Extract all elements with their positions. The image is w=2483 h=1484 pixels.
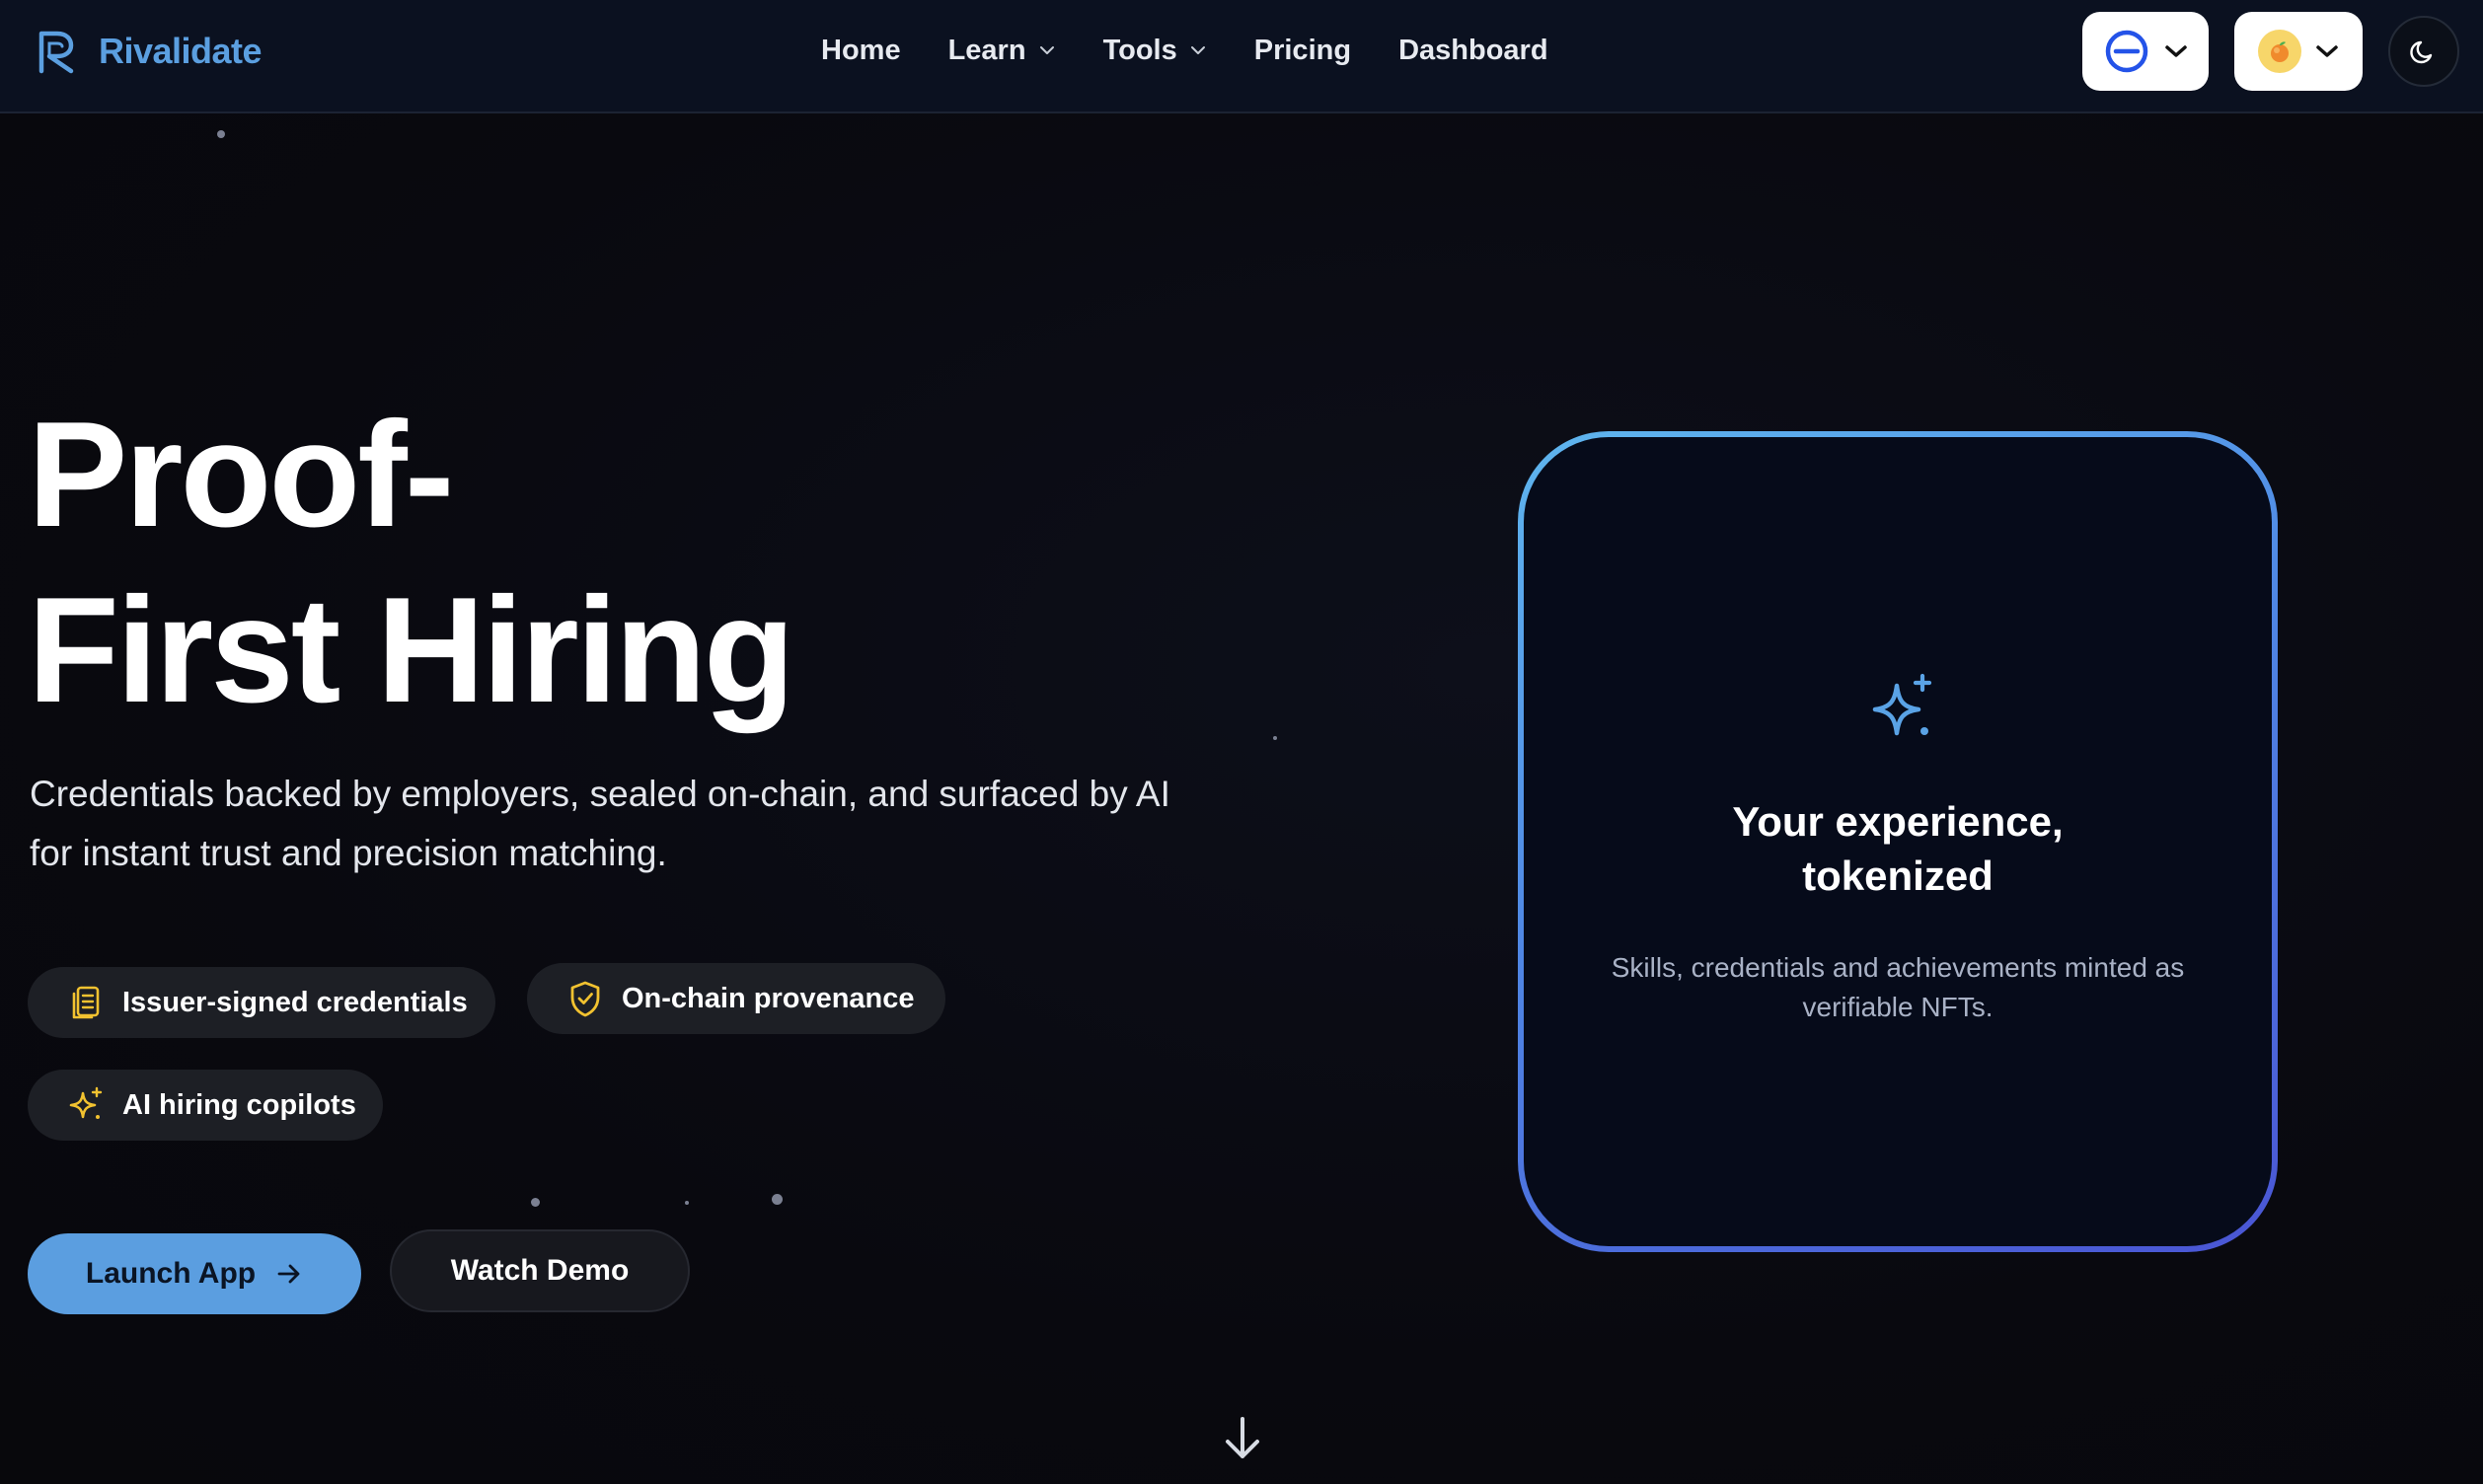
particle-dot	[772, 1194, 783, 1205]
tokenized-card: Your experience, tokenized Skills, crede…	[1518, 431, 2278, 1252]
wallet-select[interactable]	[2234, 12, 2363, 91]
document-stack-icon	[72, 986, 100, 1019]
nav-item-learn[interactable]: Learn	[948, 35, 1056, 67]
top-navbar: Rivalidate Home Learn Tools Pricing Dash…	[0, 0, 2483, 113]
main-nav: Home Learn Tools Pricing Dashboard	[821, 28, 1596, 73]
card-description: Skills, credentials and achievements min…	[1611, 952, 2185, 1022]
chevron-down-icon	[1039, 46, 1054, 54]
card-title-line: tokenized	[1802, 853, 1994, 899]
tokenized-card-body: Your experience, tokenized Skills, crede…	[1524, 437, 2272, 1246]
brand-link[interactable]: Rivalidate	[36, 28, 263, 75]
particle-dot	[685, 1201, 689, 1205]
sparkles-icon	[69, 1086, 103, 1119]
feature-chip-issuer-signed: Issuer-signed credentials	[28, 967, 495, 1038]
arrow-down-icon[interactable]	[1218, 1413, 1267, 1464]
hero-title: Proof- First Hiring	[28, 387, 795, 738]
network-select[interactable]	[2082, 12, 2209, 91]
moon-icon	[2410, 40, 2433, 64]
particle-dot	[1273, 736, 1277, 740]
header-actions	[2082, 12, 2459, 91]
network-circle-icon	[2105, 30, 2148, 73]
nav-item-label: Learn	[947, 34, 1026, 66]
sparkles-icon	[1872, 673, 1932, 736]
chevron-down-icon	[2165, 45, 2187, 57]
card-title-line: Your experience,	[1732, 798, 2064, 845]
nav-item-label: Pricing	[1253, 34, 1352, 66]
hero-title-line: First Hiring	[28, 566, 795, 734]
chip-label: AI hiring copilots	[122, 1088, 356, 1121]
theme-toggle-button[interactable]	[2388, 16, 2459, 87]
feature-chip-ai-copilots: AI hiring copilots	[28, 1070, 383, 1141]
nav-item-tools[interactable]: Tools	[1103, 35, 1207, 67]
particle-dot	[217, 130, 225, 138]
feature-chip-on-chain: On-chain provenance	[527, 963, 945, 1034]
particle-dot	[531, 1198, 540, 1207]
button-label: Watch Demo	[450, 1254, 630, 1287]
nav-item-label: Home	[821, 34, 901, 66]
button-label: Launch App	[85, 1257, 257, 1290]
r-monogram-icon	[38, 31, 74, 74]
chip-label: Issuer-signed credentials	[122, 986, 468, 1018]
peach-avatar-icon	[2258, 30, 2301, 73]
shield-check-icon	[570, 981, 600, 1017]
hero-subtitle: Credentials backed by employers, sealed …	[30, 774, 1170, 873]
nav-item-pricing[interactable]: Pricing	[1254, 35, 1351, 67]
chevron-down-icon	[2316, 45, 2338, 57]
chevron-down-icon	[1190, 46, 1205, 54]
nav-item-label: Tools	[1102, 34, 1177, 66]
card-title: Your experience, tokenized	[1524, 794, 2272, 903]
launch-app-button[interactable]: Launch App	[28, 1233, 361, 1314]
nav-item-label: Dashboard	[1398, 34, 1548, 66]
nav-item-home[interactable]: Home	[821, 35, 901, 67]
watch-demo-button[interactable]: Watch Demo	[390, 1229, 690, 1312]
arrow-right-icon	[277, 1264, 300, 1284]
hero-title-line: Proof-	[28, 391, 454, 558]
nav-item-dashboard[interactable]: Dashboard	[1398, 35, 1547, 67]
chip-label: On-chain provenance	[622, 982, 915, 1014]
brand-name: Rivalidate	[99, 31, 263, 71]
